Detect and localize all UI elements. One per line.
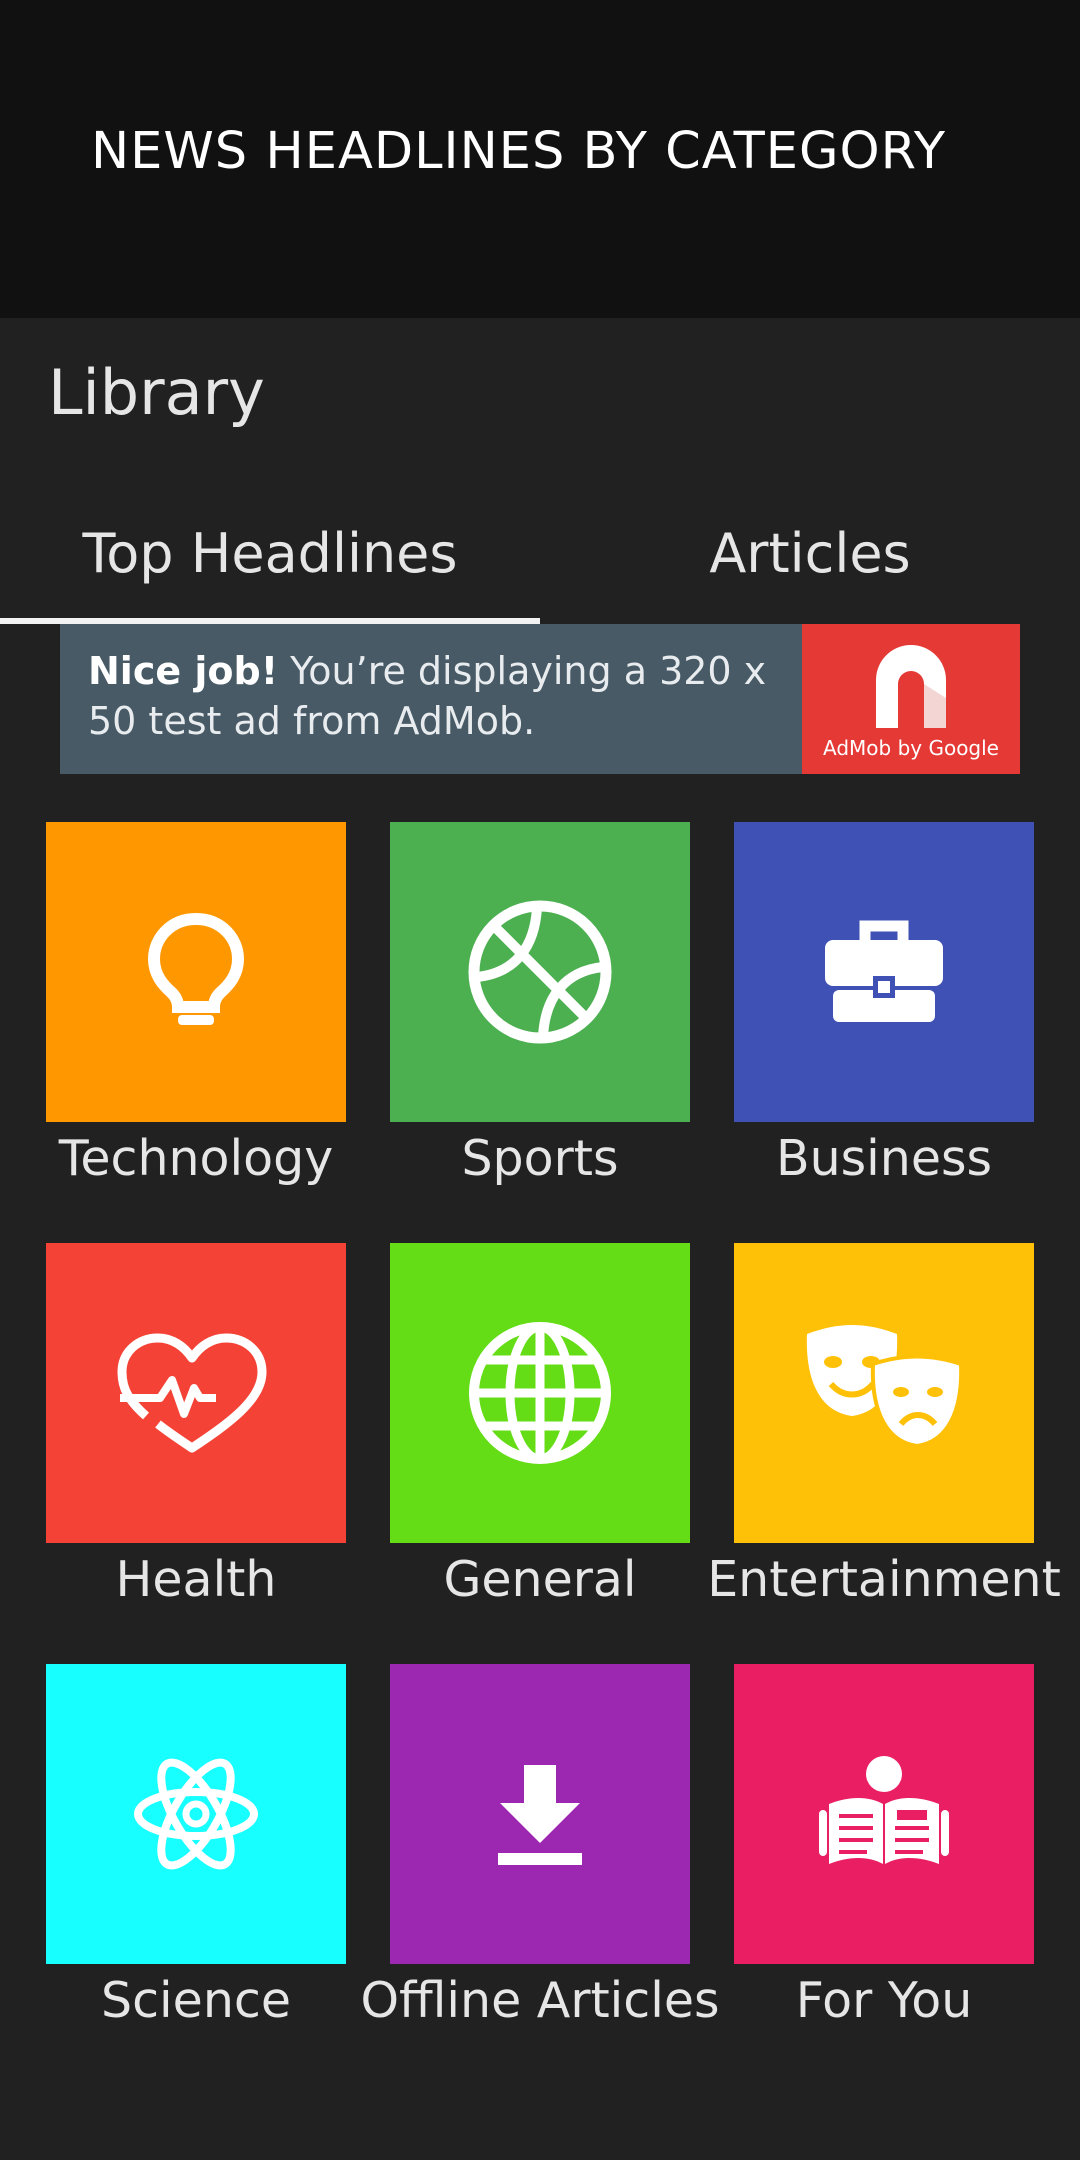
ad-bold-text: Nice job! (88, 649, 279, 693)
category-label-health: Health (115, 1551, 277, 1608)
library-title: Library (48, 356, 265, 429)
ad-banner[interactable]: Nice job! You’re displaying a 320 x 50 t… (60, 624, 1020, 774)
category-tile-entertainment[interactable] (734, 1243, 1034, 1543)
heartbeat-icon (117, 1333, 267, 1453)
category-tile-general[interactable] (390, 1243, 690, 1543)
category-label-technology: Technology (58, 1130, 334, 1187)
category-tile-for-you[interactable] (734, 1664, 1034, 1964)
category-label-offline-articles: Offline Articles (360, 1972, 720, 2029)
lightbulb-icon (147, 912, 245, 1025)
category-label-science: Science (101, 1972, 291, 2029)
category-label-for-you: For You (795, 1972, 973, 2029)
tab-articles-label: Articles (709, 522, 911, 585)
app-screen: NEWS HEADLINES BY CATEGORY Library Top H… (0, 0, 1080, 2160)
category-label-entertainment: Entertainment (707, 1551, 1061, 1608)
category-tile-business[interactable] (734, 822, 1034, 1122)
tab-top-headlines[interactable]: Top Headlines (0, 500, 540, 624)
tab-bar: Top Headlines Articles (0, 500, 1080, 624)
category-tile-sports[interactable] (390, 822, 690, 1122)
ad-text: Nice job! You’re displaying a 320 x 50 t… (88, 646, 788, 746)
category-tile-technology[interactable] (46, 822, 346, 1122)
theater-masks-icon (806, 1325, 964, 1449)
briefcase-icon (825, 920, 943, 1022)
globe-icon (469, 1322, 611, 1464)
ad-logo-text: AdMob by Google (823, 736, 999, 760)
category-label-sports: Sports (461, 1130, 619, 1187)
category-tile-science[interactable] (46, 1664, 346, 1964)
reading-person-icon (819, 1756, 949, 1864)
atom-icon (134, 1758, 258, 1870)
download-icon (498, 1765, 582, 1865)
category-label-general: General (443, 1551, 637, 1608)
basketball-icon (468, 900, 612, 1044)
tab-articles[interactable]: Articles (540, 500, 1080, 624)
tab-top-headlines-label: Top Headlines (82, 522, 458, 585)
app-title: NEWS HEADLINES BY CATEGORY (91, 122, 946, 181)
category-tile-health[interactable] (46, 1243, 346, 1543)
admob-logo: AdMob by Google (802, 624, 1020, 774)
category-tile-offline-articles[interactable] (390, 1664, 690, 1964)
category-label-business: Business (775, 1130, 993, 1187)
app-bar: NEWS HEADLINES BY CATEGORY (0, 0, 1080, 318)
admob-icon (876, 645, 946, 728)
